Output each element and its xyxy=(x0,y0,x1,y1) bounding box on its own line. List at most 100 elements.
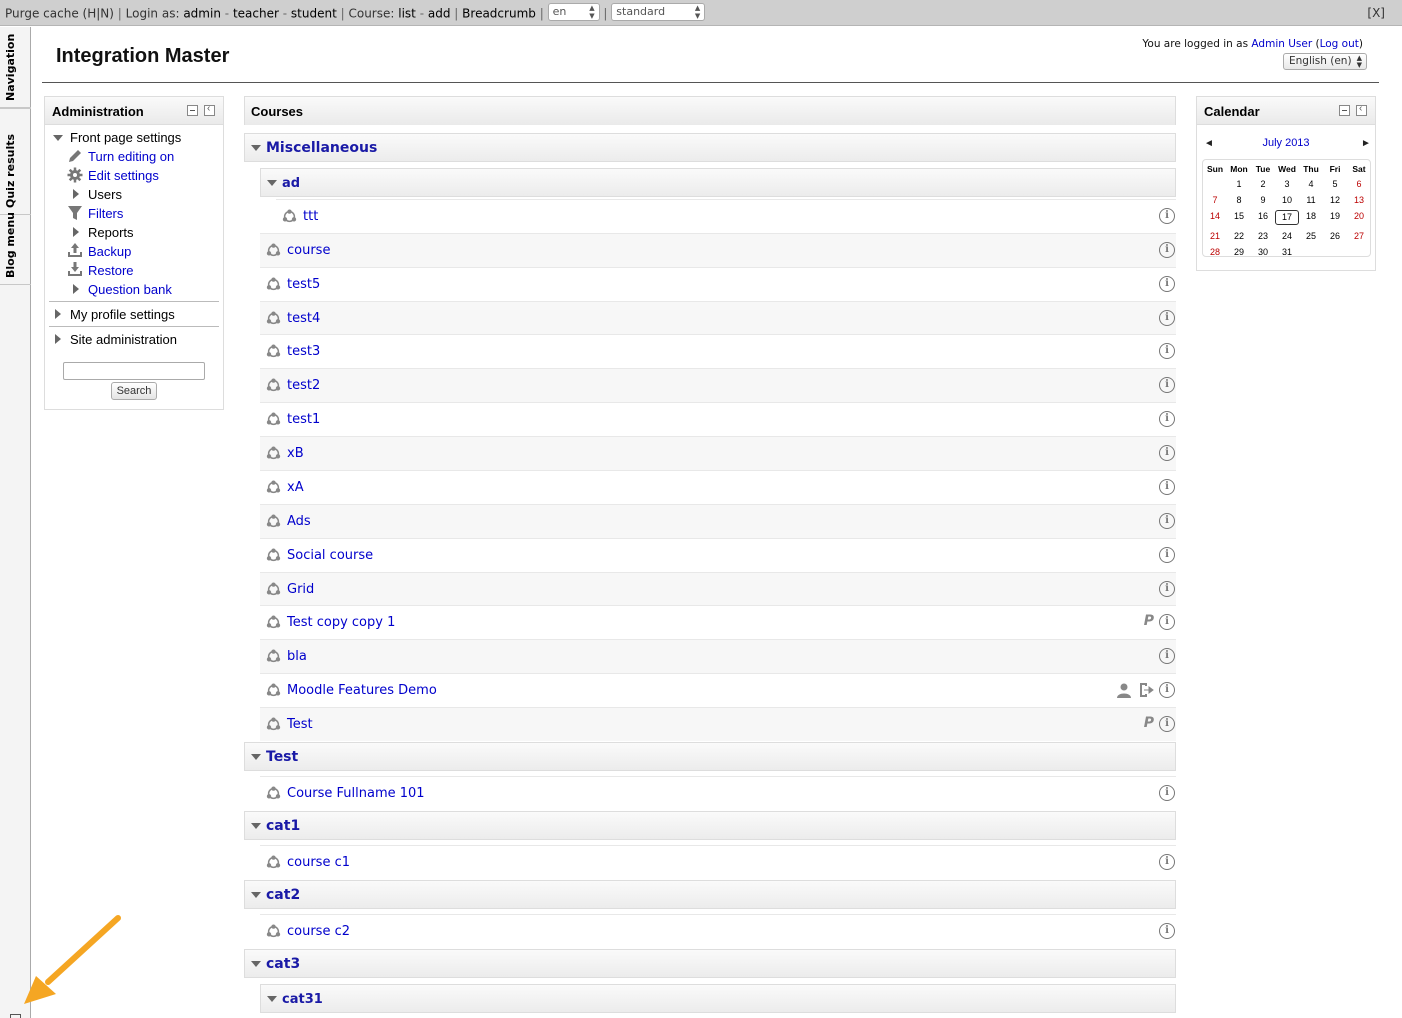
my-profile-settings-node[interactable]: My profile settings xyxy=(70,307,175,322)
course-info-icon[interactable]: i xyxy=(1159,682,1175,698)
calendar-day[interactable]: 9 xyxy=(1251,195,1275,205)
calendar-today[interactable]: 17 xyxy=(1275,210,1299,225)
course-link[interactable]: test1 xyxy=(287,412,320,427)
course-link[interactable]: Ads xyxy=(287,514,311,529)
course-info-icon[interactable]: i xyxy=(1159,648,1175,664)
course-info-icon[interactable]: i xyxy=(1159,276,1175,292)
course-link[interactable]: Course Fullname 101 xyxy=(287,786,425,801)
question-bank-link[interactable]: Question bank xyxy=(88,282,172,297)
calendar-day[interactable]: 6 xyxy=(1347,179,1371,189)
course-link[interactable]: xB xyxy=(287,446,304,461)
course-link[interactable]: course c2 xyxy=(287,924,350,939)
category-header[interactable]: Test xyxy=(244,742,1176,771)
course-link[interactable]: test2 xyxy=(287,378,320,393)
course-info-icon[interactable]: i xyxy=(1159,242,1175,258)
category-link[interactable]: ad xyxy=(282,176,300,191)
users-node[interactable]: Users xyxy=(88,187,122,202)
calendar-day[interactable]: 31 xyxy=(1275,247,1299,257)
collapsed-arrow-icon[interactable] xyxy=(73,189,79,199)
dock-tab-quiz-results[interactable]: Quiz results xyxy=(0,108,31,215)
calendar-day[interactable]: 27 xyxy=(1347,231,1371,241)
restore-link[interactable]: Restore xyxy=(88,263,134,278)
calendar-day[interactable]: 30 xyxy=(1251,247,1275,257)
admin-search-input[interactable] xyxy=(63,362,205,380)
course-info-icon[interactable]: i xyxy=(1159,343,1175,359)
category-header[interactable]: cat2 xyxy=(244,880,1176,909)
calendar-day[interactable]: 11 xyxy=(1299,195,1323,205)
course-link[interactable]: course c1 xyxy=(287,855,350,870)
hide-block-icon[interactable] xyxy=(187,105,198,116)
turn-editing-on-link[interactable]: Turn editing on xyxy=(88,149,174,164)
collapsed-arrow-icon[interactable] xyxy=(55,334,61,344)
course-link[interactable]: test5 xyxy=(287,277,320,292)
calendar-day[interactable]: 8 xyxy=(1227,195,1251,205)
calendar-day[interactable]: 7 xyxy=(1203,195,1227,205)
login-as-student-link[interactable]: student xyxy=(291,7,337,21)
next-month-arrow-icon[interactable]: ► xyxy=(1361,138,1371,149)
course-info-icon[interactable]: i xyxy=(1159,785,1175,801)
calendar-day[interactable]: 26 xyxy=(1323,231,1347,241)
course-info-icon[interactable]: i xyxy=(1159,547,1175,563)
calendar-day[interactable]: 25 xyxy=(1299,231,1323,241)
backup-link[interactable]: Backup xyxy=(88,244,131,259)
expanded-arrow-icon[interactable] xyxy=(267,996,277,1002)
admin-search-button[interactable]: Search xyxy=(111,382,157,400)
expanded-arrow-icon[interactable] xyxy=(251,892,261,898)
calendar-day[interactable]: 10 xyxy=(1275,195,1299,205)
calendar-day[interactable]: 14 xyxy=(1203,211,1227,221)
course-link[interactable]: bla xyxy=(287,649,307,664)
breadcrumb-link[interactable]: Breadcrumb xyxy=(462,7,536,21)
dock-tab-blog-menu[interactable]: Blog menu xyxy=(0,212,31,285)
category-link[interactable]: cat31 xyxy=(282,992,323,1007)
course-link[interactable]: test3 xyxy=(287,344,320,359)
expanded-arrow-icon[interactable] xyxy=(251,823,261,829)
course-link[interactable]: course xyxy=(287,243,330,258)
purge-cache-link[interactable]: Purge cache xyxy=(5,7,79,21)
course-link[interactable]: xA xyxy=(287,480,304,495)
course-add-link[interactable]: add xyxy=(428,7,451,21)
logout-link[interactable]: Log out xyxy=(1320,38,1359,50)
course-list-link[interactable]: list xyxy=(398,7,416,21)
login-as-admin-link[interactable]: admin xyxy=(183,7,221,21)
calendar-month-link[interactable]: July 2013 xyxy=(1197,137,1375,149)
hide-block-icon[interactable] xyxy=(1339,105,1350,116)
dock-block-icon[interactable] xyxy=(1356,103,1367,116)
calendar-day[interactable]: 13 xyxy=(1347,195,1371,205)
calendar-day[interactable]: 21 xyxy=(1203,231,1227,241)
category-link[interactable]: cat2 xyxy=(266,887,300,903)
close-devbar-button[interactable]: [X] xyxy=(1367,6,1385,20)
category-header[interactable]: Miscellaneous xyxy=(244,133,1176,162)
category-link[interactable]: Test xyxy=(266,749,298,765)
login-as-teacher-link[interactable]: teacher xyxy=(233,7,279,21)
course-link[interactable]: Test copy copy 1 xyxy=(287,615,395,630)
course-link[interactable]: Moodle Features Demo xyxy=(287,683,437,698)
category-link[interactable]: Miscellaneous xyxy=(266,140,377,156)
course-info-icon[interactable]: i xyxy=(1159,614,1175,630)
course-info-icon[interactable]: i xyxy=(1159,479,1175,495)
course-info-icon[interactable]: i xyxy=(1159,923,1175,939)
expanded-arrow-icon[interactable] xyxy=(251,145,261,151)
course-info-icon[interactable]: i xyxy=(1159,581,1175,597)
site-administration-node[interactable]: Site administration xyxy=(70,332,177,347)
course-info-icon[interactable]: i xyxy=(1159,411,1175,427)
calendar-day[interactable]: 4 xyxy=(1299,179,1323,189)
course-info-icon[interactable]: i xyxy=(1159,854,1175,870)
language-select[interactable]: en ▲ ▼ xyxy=(547,3,600,21)
collapsed-arrow-icon[interactable] xyxy=(55,309,61,319)
dock-tab-navigation[interactable]: Navigation xyxy=(0,34,31,108)
calendar-day[interactable]: 23 xyxy=(1251,231,1275,241)
course-link[interactable]: Grid xyxy=(287,582,314,597)
language-menu-select[interactable]: English (en) ▲ ▼ xyxy=(1283,53,1367,70)
course-info-icon[interactable]: i xyxy=(1159,208,1175,224)
calendar-day[interactable]: 15 xyxy=(1227,211,1251,221)
category-link[interactable]: cat3 xyxy=(266,956,300,972)
calendar-day[interactable]: 3 xyxy=(1275,179,1299,189)
course-info-icon[interactable]: i xyxy=(1159,310,1175,326)
course-info-icon[interactable]: i xyxy=(1159,445,1175,461)
reports-node[interactable]: Reports xyxy=(88,225,134,240)
course-info-icon[interactable]: i xyxy=(1159,377,1175,393)
calendar-day[interactable]: 29 xyxy=(1227,247,1251,257)
filters-link[interactable]: Filters xyxy=(88,206,123,221)
expanded-arrow-icon[interactable] xyxy=(251,754,261,760)
course-link[interactable]: Social course xyxy=(287,548,373,563)
